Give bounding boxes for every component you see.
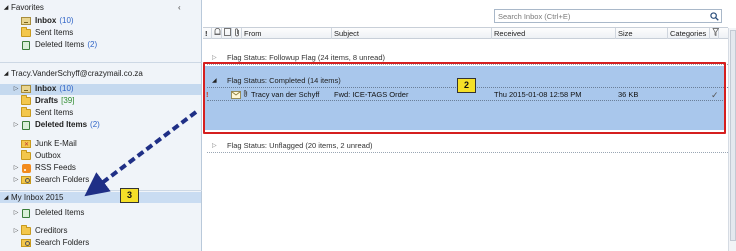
inbox-icon bbox=[21, 84, 31, 94]
expand-inbox-icon[interactable]: ▷ bbox=[12, 83, 20, 95]
deleted-items-icon bbox=[21, 208, 31, 218]
column-size[interactable]: Size bbox=[616, 28, 668, 39]
account-item-rss[interactable]: RSS Feeds bbox=[21, 162, 76, 174]
unread-count: (10) bbox=[59, 84, 74, 93]
unread-count: (2) bbox=[87, 40, 98, 49]
reminder-column-icon[interactable] bbox=[212, 28, 222, 39]
group-followup-flag[interactable]: ▷ Flag Status: Followup Flag (24 items, … bbox=[203, 52, 728, 64]
expand-deleted-icon[interactable]: ▷ bbox=[12, 207, 20, 219]
section-divider bbox=[0, 62, 202, 63]
vertical-scrollbar[interactable] bbox=[728, 28, 736, 251]
collapse-group-icon[interactable]: ◢ bbox=[212, 75, 217, 87]
expand-group-icon[interactable]: ▷ bbox=[212, 52, 217, 64]
account-item-outbox[interactable]: Outbox bbox=[21, 150, 61, 162]
sent-items-icon bbox=[21, 107, 31, 118]
sent-items-icon bbox=[21, 27, 31, 38]
drafts-icon bbox=[21, 95, 31, 106]
group-unflagged[interactable]: ▷ Flag Status: Unflagged (20 items, 2 un… bbox=[203, 140, 728, 152]
store-header-my-inbox-2015[interactable]: My Inbox 2015 bbox=[11, 192, 63, 204]
search-icon[interactable] bbox=[708, 11, 720, 22]
account-item-sent[interactable]: Sent Items bbox=[21, 107, 73, 119]
search-input[interactable] bbox=[495, 10, 705, 22]
expand-search-folders-icon[interactable]: ▷ bbox=[12, 174, 20, 186]
icon-column-icon[interactable] bbox=[222, 28, 232, 39]
attachment-column-icon[interactable] bbox=[232, 28, 242, 39]
expand-rss-icon[interactable]: ▷ bbox=[12, 162, 20, 174]
column-received[interactable]: Received bbox=[492, 28, 616, 39]
envelope-icon bbox=[231, 90, 241, 103]
inbox-icon bbox=[21, 16, 31, 26]
favorites-header[interactable]: Favorites bbox=[11, 2, 44, 14]
section-divider bbox=[0, 190, 202, 191]
account-item-search-folders[interactable]: Search Folders bbox=[21, 174, 89, 186]
search-box[interactable] bbox=[494, 9, 722, 23]
store-item-search-folders[interactable]: Search Folders bbox=[21, 237, 89, 249]
search-folder-icon bbox=[21, 175, 31, 185]
callout-badge-3: 3 bbox=[120, 188, 139, 203]
expand-store-icon[interactable]: ◢ bbox=[2, 192, 10, 204]
account-header[interactable]: Tracy.VanderSchyff@crazymail.co.za bbox=[11, 68, 143, 80]
row-divider bbox=[207, 100, 725, 101]
flag-column-icon[interactable] bbox=[710, 28, 720, 39]
favorites-item-sent[interactable]: Sent Items bbox=[21, 27, 73, 39]
collapse-pane-icon[interactable]: ‹ bbox=[178, 3, 181, 12]
unread-count: (2) bbox=[90, 120, 100, 129]
rss-icon bbox=[21, 163, 31, 173]
column-subject[interactable]: Subject bbox=[332, 28, 492, 39]
expand-deleted-icon[interactable]: ▷ bbox=[12, 119, 20, 131]
deleted-items-icon bbox=[21, 120, 31, 130]
unread-count: (10) bbox=[59, 16, 74, 25]
favorites-item-inbox[interactable]: Inbox (10) bbox=[21, 15, 74, 27]
message-list-pane: ! From Subject Received Size Categories … bbox=[203, 0, 736, 251]
group-divider bbox=[207, 64, 728, 65]
scrollbar-thumb[interactable] bbox=[730, 30, 736, 241]
junk-mail-icon bbox=[21, 139, 31, 151]
account-item-junk[interactable]: Junk E-Mail bbox=[21, 138, 77, 151]
store-item-creditors[interactable]: Creditors bbox=[21, 225, 67, 237]
search-folder-icon bbox=[21, 238, 31, 248]
navigation-pane: ◢ Favorites ‹ Inbox (10) Sent Items Dele… bbox=[0, 0, 202, 251]
expand-creditors-icon[interactable]: ▷ bbox=[12, 225, 20, 237]
column-categories[interactable]: Categories bbox=[668, 28, 710, 39]
favorites-item-deleted[interactable]: Deleted Items (2) bbox=[21, 39, 97, 51]
expand-account-icon[interactable]: ◢ bbox=[2, 68, 10, 80]
deleted-items-icon bbox=[21, 40, 31, 50]
expand-favorites-icon[interactable]: ◢ bbox=[2, 2, 10, 14]
group-divider bbox=[207, 152, 728, 153]
item-count: [39] bbox=[61, 96, 75, 105]
importance-column-icon[interactable]: ! bbox=[203, 28, 212, 39]
column-from[interactable]: From bbox=[242, 28, 332, 39]
folder-icon bbox=[21, 225, 31, 236]
expand-group-icon[interactable]: ▷ bbox=[212, 140, 217, 152]
outbox-icon bbox=[21, 150, 31, 161]
store-item-deleted[interactable]: Deleted Items bbox=[21, 207, 84, 219]
account-item-drafts[interactable]: Drafts [39] bbox=[21, 95, 74, 107]
account-item-inbox[interactable]: Inbox (10) bbox=[21, 83, 74, 95]
callout-badge-2: 2 bbox=[457, 78, 476, 93]
column-header-bar: ! From Subject Received Size Categories bbox=[203, 27, 728, 39]
account-item-deleted[interactable]: Deleted Items (2) bbox=[21, 119, 100, 131]
